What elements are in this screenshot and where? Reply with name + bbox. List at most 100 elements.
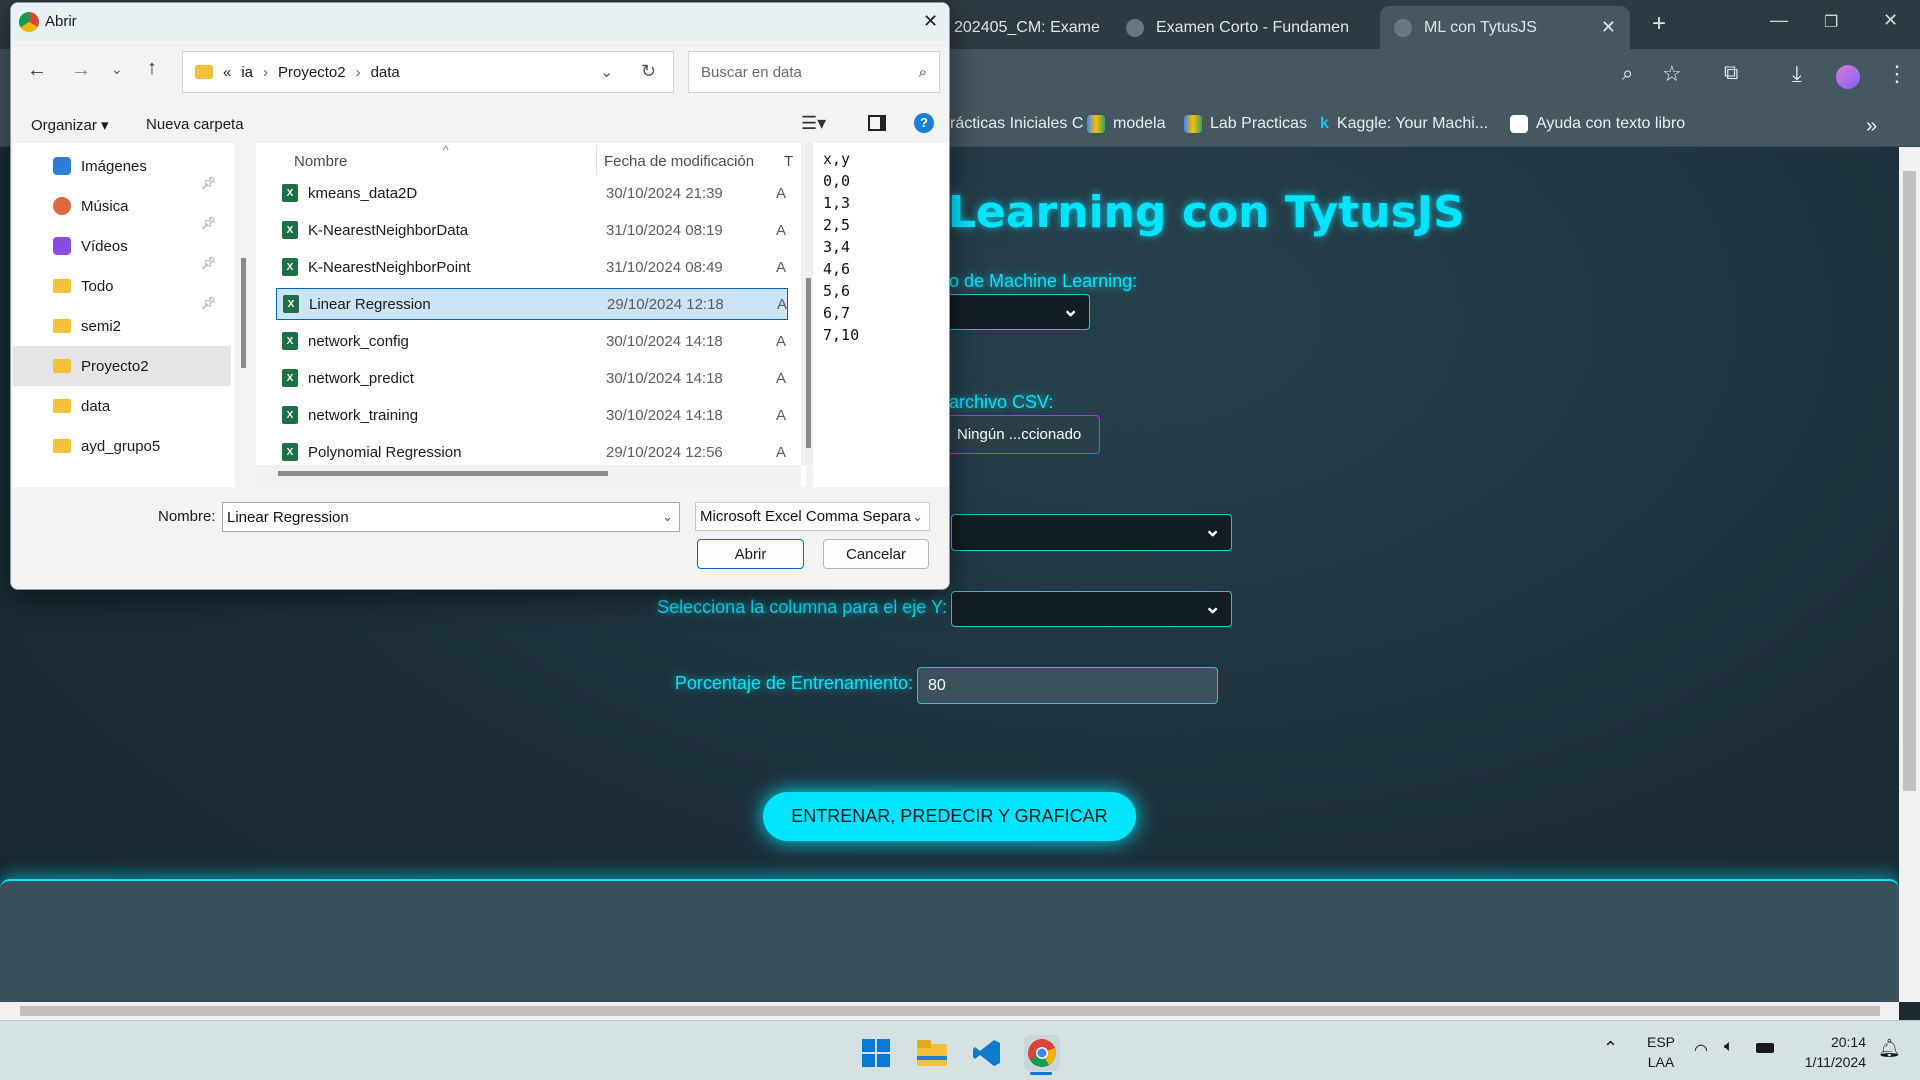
nav-item-musica[interactable]: Música: [53, 188, 129, 224]
file-row[interactable]: X K-NearestNeighborData 31/10/2024 08:19 A: [276, 214, 788, 246]
clock[interactable]: 20:14 1/11/2024: [1790, 1032, 1866, 1072]
globe-icon: [1126, 18, 1144, 37]
bookmark[interactable]: k Kaggle: Your Machi...: [1320, 115, 1488, 133]
train-percent-input[interactable]: 80: [917, 667, 1218, 704]
x-column-select[interactable]: [951, 514, 1232, 551]
organize-button[interactable]: Organizar ▾: [31, 116, 109, 134]
preview-pane-icon[interactable]: [868, 115, 886, 131]
close-tab-icon[interactable]: ✕: [1361, 17, 1362, 38]
forward-icon[interactable]: →: [71, 59, 91, 82]
bookmark[interactable]: rácticas Iniciales C: [950, 115, 1083, 133]
avatar[interactable]: [1836, 65, 1860, 89]
column-date[interactable]: Fecha de modificación: [604, 153, 754, 170]
music-icon: [53, 197, 71, 215]
windows-start-icon[interactable]: [858, 1035, 894, 1071]
file-row[interactable]: Xnetwork_config 30/10/2024 14:18 A: [276, 325, 788, 357]
colab-icon: [1184, 115, 1202, 133]
close-icon[interactable]: ✕: [923, 11, 938, 32]
preview-line: 2,5: [823, 216, 851, 234]
up-icon[interactable]: ↑: [147, 57, 157, 80]
download-icon[interactable]: ⤓: [1792, 61, 1802, 87]
help-icon[interactable]: ?: [914, 113, 934, 133]
close-tab-icon[interactable]: ✕: [1601, 17, 1616, 38]
file-input-button[interactable]: Ningún ...ccionado: [930, 415, 1100, 454]
column-name[interactable]: Nombre: [294, 153, 347, 170]
back-icon[interactable]: ←: [27, 59, 47, 82]
bookmark[interactable]: Lab Practicas: [1184, 115, 1307, 133]
model-select[interactable]: [930, 294, 1090, 330]
file-explorer-icon[interactable]: [914, 1035, 950, 1071]
breadcrumb-ia[interactable]: ia: [241, 64, 253, 81]
cancel-button[interactable]: Cancelar: [823, 539, 929, 569]
dialog-titlebar: [11, 3, 949, 41]
preview-line: 6,7: [823, 304, 851, 322]
nav-item-imagenes[interactable]: Imágenes: [53, 148, 147, 184]
recent-locations-icon[interactable]: ⌄: [111, 61, 123, 78]
excel-csv-icon: X: [282, 221, 298, 239]
tab-2[interactable]: Examen Corto - Fundamen✕: [1112, 6, 1362, 49]
file-row[interactable]: X Polynomial Regression 29/10/2024 12:56 A: [276, 436, 788, 468]
nav-item-videos[interactable]: Vídeos: [53, 228, 128, 264]
star-icon[interactable]: ☆: [1662, 61, 1682, 87]
notification-bell-icon[interactable]: 🔔︎: [1878, 1038, 1901, 1059]
minimize-icon[interactable]: —: [1770, 10, 1788, 31]
new-folder-button[interactable]: Nueva carpeta: [146, 116, 244, 133]
file-row[interactable]: Xkmeans_data2D 30/10/2024 21:39 A: [276, 177, 788, 209]
nav-item-proyecto2[interactable]: Proyecto2: [53, 348, 149, 384]
file-row[interactable]: Xnetwork_training 30/10/2024 14:18 A: [276, 399, 788, 431]
bookmark[interactable]: modela: [1087, 115, 1165, 133]
bookmark[interactable]: Ayuda con texto libro: [1510, 115, 1685, 133]
open-button[interactable]: Abrir: [697, 539, 804, 569]
nav-item-semi2[interactable]: semi2: [53, 308, 121, 344]
address-bar[interactable]: « ia › Proyecto2 › data ⌄: [182, 51, 674, 93]
preview-line: 4,6: [823, 260, 851, 278]
chevron-down-icon[interactable]: ⌄: [662, 509, 673, 525]
chrome-icon[interactable]: [1024, 1035, 1060, 1071]
refresh-icon[interactable]: ↻: [641, 61, 656, 82]
chevron-down-icon[interactable]: ⌄: [600, 63, 613, 81]
extensions-icon[interactable]: ⧉: [1724, 62, 1738, 85]
chevron-up-icon[interactable]: ⌃: [1603, 1038, 1618, 1059]
tab-1[interactable]: 202405_CM: Exame✕: [940, 6, 1110, 49]
menu-icon[interactable]: ⋮: [1886, 61, 1908, 87]
search-input[interactable]: Buscar en data ⌕: [688, 51, 940, 93]
file-list: Nombre ^ Fecha de modificación T Xkmeans…: [256, 143, 815, 487]
language-indicator[interactable]: ESP LAA: [1647, 1032, 1675, 1072]
file-row[interactable]: X K-NearestNeighborPoint 31/10/2024 08:49 A: [276, 251, 788, 283]
file-row[interactable]: X Linear Regression 29/10/2024 12:18 A: [276, 288, 788, 320]
y-column-select[interactable]: [951, 591, 1232, 627]
nav-item-todo[interactable]: Todo: [53, 268, 114, 304]
scroll-thumb[interactable]: [20, 1006, 1880, 1016]
view-options-icon[interactable]: ☰▾: [801, 113, 826, 134]
horizontal-scrollbar[interactable]: [256, 465, 801, 487]
zoom-icon[interactable]: ⌕: [1622, 63, 1633, 86]
file-row[interactable]: Xnetwork_predict 30/10/2024 14:18 A: [276, 362, 788, 394]
excel-csv-icon: X: [282, 443, 298, 461]
horizontal-scrollbar[interactable]: [0, 1002, 1899, 1020]
scroll-thumb[interactable]: [806, 278, 811, 448]
preview-line: x,y: [823, 150, 851, 168]
breadcrumb-data[interactable]: data: [371, 64, 400, 81]
wifi-icon[interactable]: ◠: [1694, 1040, 1708, 1060]
nav-scrollbar[interactable]: [241, 258, 246, 368]
nav-item-data[interactable]: data: [53, 388, 110, 424]
chatgpt-icon: [1510, 115, 1528, 133]
new-tab-button[interactable]: +: [1652, 10, 1666, 38]
train-predict-plot-button[interactable]: ENTRENAR, PREDECIR Y GRAFICAR: [763, 792, 1136, 841]
volume-icon[interactable]: 🔈︎: [1724, 1038, 1734, 1056]
scroll-thumb[interactable]: [278, 471, 608, 476]
scroll-thumb[interactable]: [1903, 171, 1916, 791]
filename-input[interactable]: Linear Regression ⌄: [222, 502, 680, 532]
breadcrumb-proyecto2[interactable]: Proyecto2: [278, 64, 346, 81]
close-window-icon[interactable]: ✕: [1883, 10, 1898, 31]
chevron-down-icon: ⌄: [912, 508, 923, 524]
column-type[interactable]: T: [784, 153, 793, 170]
nav-item-ayd-grupo5[interactable]: ayd_grupo5: [53, 428, 160, 464]
tab-active[interactable]: ML con TytusJS ✕: [1380, 6, 1630, 49]
vscode-icon[interactable]: [969, 1035, 1005, 1071]
restore-icon[interactable]: ❐: [1824, 12, 1838, 32]
file-type-select[interactable]: Microsoft Excel Comma Separa ⌄: [695, 502, 930, 531]
battery-icon[interactable]: [1756, 1043, 1774, 1053]
more-bookmarks-button[interactable]: »: [1866, 115, 1877, 138]
vertical-scrollbar[interactable]: [1899, 147, 1920, 1002]
